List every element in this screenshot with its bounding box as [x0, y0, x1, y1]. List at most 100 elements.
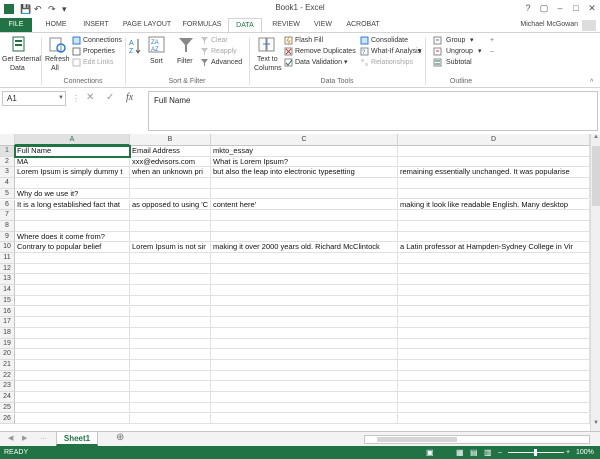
collapse-ribbon-icon[interactable]: ^ — [590, 78, 593, 87]
cell-b5[interactable] — [130, 188, 211, 200]
cell-c7[interactable] — [211, 210, 398, 221]
cell-d13[interactable] — [398, 274, 590, 286]
show-detail-icon[interactable]: + — [490, 36, 494, 45]
cell-b18[interactable] — [130, 327, 211, 339]
relationships-button[interactable]: Relationships — [371, 58, 413, 67]
flash-fill-button[interactable]: Flash Fill — [295, 36, 323, 45]
column-header-a[interactable]: A — [15, 134, 130, 146]
row-header[interactable]: 20 — [0, 349, 15, 360]
row-header[interactable]: 17 — [0, 317, 15, 328]
cell-a6[interactable]: It is a long established fact that — [15, 199, 130, 211]
cell-c11[interactable] — [211, 253, 398, 264]
tab-acrobat[interactable]: ACROBAT — [340, 18, 386, 32]
new-sheet-button[interactable]: ⊕ — [116, 432, 124, 443]
zoom-out-icon[interactable]: – — [498, 446, 502, 459]
page-break-view-icon[interactable]: ▥ — [484, 446, 492, 459]
group-button[interactable]: Group — [446, 36, 465, 45]
subtotal-button[interactable]: Subtotal — [446, 58, 472, 67]
cell-d2[interactable] — [398, 156, 590, 168]
cell-c21[interactable] — [211, 360, 398, 371]
close-button[interactable]: ✕ — [584, 2, 600, 15]
advanced-button[interactable]: Advanced — [211, 58, 242, 67]
cell-a7[interactable] — [15, 210, 130, 221]
cell-d22[interactable] — [398, 370, 590, 382]
cell-d21[interactable] — [398, 360, 590, 371]
select-all-corner[interactable] — [0, 134, 15, 146]
cell-c8[interactable] — [211, 220, 398, 232]
page-layout-view-icon[interactable]: ▤ — [470, 446, 478, 459]
row-header[interactable]: 21 — [0, 360, 15, 371]
edit-links-button[interactable]: Edit Links — [83, 58, 113, 67]
cell-d10[interactable]: a Latin professor at Hampden-Sydney Coll… — [398, 242, 590, 253]
cell-d20[interactable] — [398, 349, 590, 360]
cell-c23[interactable] — [211, 381, 398, 393]
connections-button[interactable]: Connections — [83, 36, 122, 45]
cancel-icon[interactable]: ✕ — [86, 92, 94, 103]
clear-button[interactable]: Clear — [211, 36, 228, 45]
row-header[interactable]: 10 — [0, 242, 15, 253]
cell-c18[interactable] — [211, 327, 398, 339]
what-if-analysis-button[interactable]: What-If Analysis — [371, 47, 421, 56]
cell-a24[interactable] — [15, 392, 130, 403]
cell-a13[interactable] — [15, 274, 130, 286]
cell-a15[interactable] — [15, 295, 130, 307]
cell-a19[interactable] — [15, 338, 130, 350]
cell-c24[interactable] — [211, 392, 398, 403]
cell-d3[interactable]: remaining essentially unchanged. It was … — [398, 167, 590, 179]
horizontal-scroll-thumb[interactable] — [377, 437, 457, 442]
consolidate-button[interactable]: Consolidate — [371, 36, 408, 45]
scroll-down-icon[interactable]: ▼ — [592, 420, 600, 430]
cell-c2[interactable]: What is Lorem Ipsum? — [211, 156, 398, 168]
tab-data[interactable]: DATA — [228, 18, 262, 32]
cell-b24[interactable] — [130, 392, 211, 403]
enter-icon[interactable]: ✓ — [106, 92, 114, 103]
cell-b21[interactable] — [130, 360, 211, 371]
cell-c10[interactable]: making it over 2000 years old. Richard M… — [211, 242, 398, 253]
cell-d1[interactable] — [398, 146, 590, 157]
row-header[interactable]: 26 — [0, 413, 15, 425]
maximize-button[interactable]: □ — [568, 2, 584, 15]
cell-a4[interactable] — [15, 178, 130, 189]
group-dropdown-icon[interactable]: ▾ — [470, 36, 474, 45]
get-external-data-button[interactable]: Get External — [2, 55, 41, 64]
tab-page-layout[interactable]: PAGE LAYOUT — [118, 18, 176, 32]
hide-detail-icon[interactable]: – — [490, 47, 494, 56]
row-header[interactable]: 4 — [0, 178, 15, 189]
scroll-up-icon[interactable]: ▲ — [592, 134, 600, 144]
cell-c16[interactable] — [211, 306, 398, 318]
row-header[interactable]: 22 — [0, 370, 15, 382]
cell-c5[interactable] — [211, 188, 398, 200]
zoom-level[interactable]: 100% — [576, 446, 594, 459]
cell-b26[interactable] — [130, 413, 211, 425]
cell-c14[interactable] — [211, 285, 398, 296]
cell-b7[interactable] — [130, 210, 211, 221]
cell-c26[interactable] — [211, 413, 398, 425]
cell-c17[interactable] — [211, 317, 398, 328]
cell-d8[interactable] — [398, 220, 590, 232]
insert-function-icon[interactable]: fx — [126, 92, 133, 103]
cell-c15[interactable] — [211, 295, 398, 307]
what-if-dropdown-icon[interactable]: ▾ — [418, 47, 422, 56]
cell-c19[interactable] — [211, 338, 398, 350]
cell-d26[interactable] — [398, 413, 590, 425]
minimize-button[interactable]: – — [552, 2, 568, 15]
row-header[interactable]: 24 — [0, 392, 15, 403]
cell-d19[interactable] — [398, 338, 590, 350]
cell-a12[interactable] — [15, 263, 130, 275]
cell-c4[interactable] — [211, 178, 398, 189]
cell-a3[interactable]: Lorem Ipsum is simply dummy t — [15, 167, 130, 179]
cell-b10[interactable]: Lorem Ipsum is not sir — [130, 242, 211, 253]
tab-review[interactable]: REVIEW — [266, 18, 306, 32]
cell-b1[interactable]: Email Address — [130, 146, 211, 157]
reapply-button[interactable]: Reapply — [211, 47, 237, 56]
cell-a18[interactable] — [15, 327, 130, 339]
column-header-d[interactable]: D — [398, 134, 590, 146]
data-validation-dropdown-icon[interactable]: ▾ — [344, 58, 348, 67]
cell-c25[interactable] — [211, 402, 398, 414]
cell-b13[interactable] — [130, 274, 211, 286]
cell-a20[interactable] — [15, 349, 130, 360]
row-header[interactable]: 2 — [0, 156, 15, 168]
cell-b12[interactable] — [130, 263, 211, 275]
row-header[interactable]: 3 — [0, 167, 15, 179]
cell-d12[interactable] — [398, 263, 590, 275]
